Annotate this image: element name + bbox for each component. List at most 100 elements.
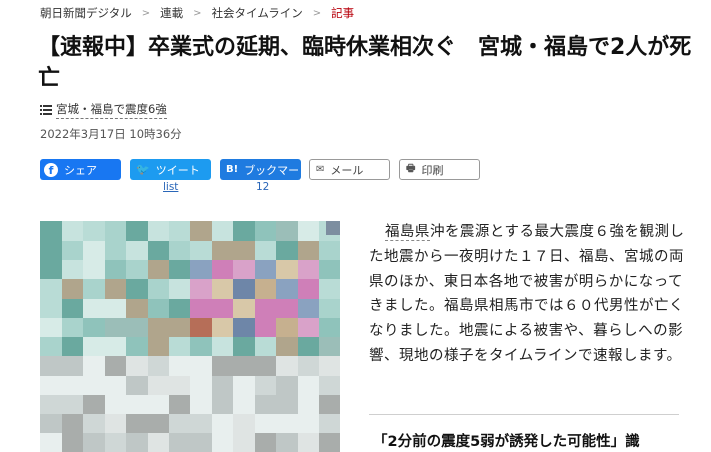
- mosaic-tile: [297, 432, 320, 452]
- mosaic-tile: [275, 394, 298, 414]
- mosaic-tile: [297, 221, 320, 241]
- mosaic-tile: [125, 240, 148, 260]
- print-button[interactable]: 🖶 印刷: [399, 159, 480, 180]
- section-divider: [369, 414, 679, 415]
- mosaic-tile: [147, 394, 170, 414]
- breadcrumb-separator: >: [141, 7, 151, 19]
- mosaic-tile: [211, 375, 234, 395]
- mosaic-tile: [297, 336, 320, 357]
- mosaic-tile: [318, 432, 340, 452]
- list-icon: [40, 105, 52, 115]
- article-photo-blurred[interactable]: [40, 221, 340, 452]
- mosaic-tile: [211, 336, 234, 357]
- mosaic-tile: [61, 355, 84, 376]
- mosaic-tile: [82, 394, 105, 414]
- mosaic-tile: [82, 336, 105, 357]
- mosaic-tile: [190, 432, 212, 452]
- mosaic-tile: [82, 432, 105, 452]
- mosaic-tile: [104, 278, 127, 299]
- mosaic-tile: [82, 298, 105, 318]
- mosaic-tile: [168, 394, 191, 414]
- mosaic-tile: [147, 259, 170, 280]
- mosaic-tile: [61, 432, 84, 452]
- mosaic-tile: [254, 336, 277, 357]
- mosaic-tile: [82, 240, 105, 260]
- mosaic-tile: [125, 394, 148, 414]
- hatena-bookmark-button[interactable]: B! ブックマー: [220, 159, 301, 180]
- mosaic-tile: [40, 355, 62, 376]
- mosaic-tile: [61, 298, 84, 318]
- mosaic-tile: [211, 278, 234, 299]
- breadcrumb-timeline[interactable]: 社会タイムライン: [212, 5, 303, 21]
- tweet-count-link[interactable]: list: [163, 181, 178, 193]
- photo-expand-icon[interactable]: [326, 221, 340, 235]
- mosaic-tile: [40, 259, 62, 280]
- mosaic-tile: [254, 375, 277, 395]
- mosaic-tile: [147, 298, 170, 318]
- mosaic-tile: [275, 240, 298, 260]
- tweet-label: ツイート: [155, 163, 200, 177]
- mosaic-tile: [40, 413, 62, 434]
- mosaic-tile: [104, 221, 127, 241]
- mosaic-tile: [190, 317, 212, 337]
- mosaic-tile: [147, 375, 170, 395]
- mosaic-tile: [275, 413, 298, 434]
- facebook-share-button[interactable]: f シェア: [40, 159, 121, 180]
- mosaic-tile: [61, 413, 84, 434]
- mosaic-tile: [147, 413, 170, 434]
- mosaic-tile: [168, 336, 191, 357]
- mosaic-tile: [297, 355, 320, 376]
- twitter-icon: 🐦: [136, 163, 150, 176]
- mosaic-tile: [147, 355, 170, 376]
- mosaic-tile: [61, 317, 84, 337]
- mosaic-tile: [232, 240, 255, 260]
- facebook-icon: f: [44, 162, 58, 177]
- mosaic-tile: [104, 355, 127, 376]
- article-lead: 福島県沖を震源とする最大震度６強を観測した地震から一夜明けた１７日、福島、宮城の…: [369, 220, 687, 369]
- topic-link-label[interactable]: 宮城・福島で震度6強: [56, 101, 167, 119]
- mosaic-tile: [275, 432, 298, 452]
- mosaic-tile: [318, 336, 340, 357]
- mosaic-tile: [254, 432, 277, 452]
- mosaic-tile: [318, 240, 340, 260]
- mosaic-tile: [147, 432, 170, 452]
- mosaic-tile: [168, 240, 191, 260]
- mosaic-tile: [254, 221, 277, 241]
- mosaic-tile: [147, 240, 170, 260]
- mosaic-tile: [104, 394, 127, 414]
- facebook-share-label: シェア: [64, 163, 97, 177]
- bookmark-count[interactable]: 12: [256, 181, 269, 193]
- mosaic-tile: [104, 336, 127, 357]
- mosaic-tile: [168, 375, 191, 395]
- mosaic-tile: [318, 259, 340, 280]
- mosaic-tile: [297, 240, 320, 260]
- mosaic-tile: [104, 298, 127, 318]
- mosaic-tile: [211, 221, 234, 241]
- mosaic-tile: [275, 317, 298, 337]
- mosaic-tile: [147, 336, 170, 357]
- mosaic-tile: [211, 240, 234, 260]
- mosaic-tile: [232, 278, 255, 299]
- tweet-button[interactable]: 🐦 ツイート: [130, 159, 211, 180]
- mosaic-tile: [232, 394, 255, 414]
- mail-button[interactable]: ✉ メール: [309, 159, 390, 180]
- mosaic-tile: [211, 394, 234, 414]
- lead-keyword-link[interactable]: 福島県: [384, 224, 430, 241]
- mosaic-tile: [61, 240, 84, 260]
- mosaic-tile: [318, 413, 340, 434]
- mosaic-tile: [254, 355, 277, 376]
- mosaic-tile: [275, 259, 298, 280]
- mosaic-tile: [61, 394, 84, 414]
- mosaic-tile: [82, 278, 105, 299]
- mosaic-tile: [40, 221, 62, 241]
- mosaic-tile: [82, 221, 105, 241]
- mosaic-tile: [318, 298, 340, 318]
- mosaic-tile: [82, 355, 105, 376]
- topic-link[interactable]: 宮城・福島で震度6強: [40, 101, 167, 119]
- breadcrumb-series[interactable]: 連載: [160, 5, 183, 21]
- breadcrumb-home[interactable]: 朝日新聞デジタル: [40, 5, 132, 21]
- mosaic-tile: [297, 413, 320, 434]
- mosaic-tile: [125, 317, 148, 337]
- mosaic-tile: [147, 278, 170, 299]
- mosaic-tile: [254, 317, 277, 337]
